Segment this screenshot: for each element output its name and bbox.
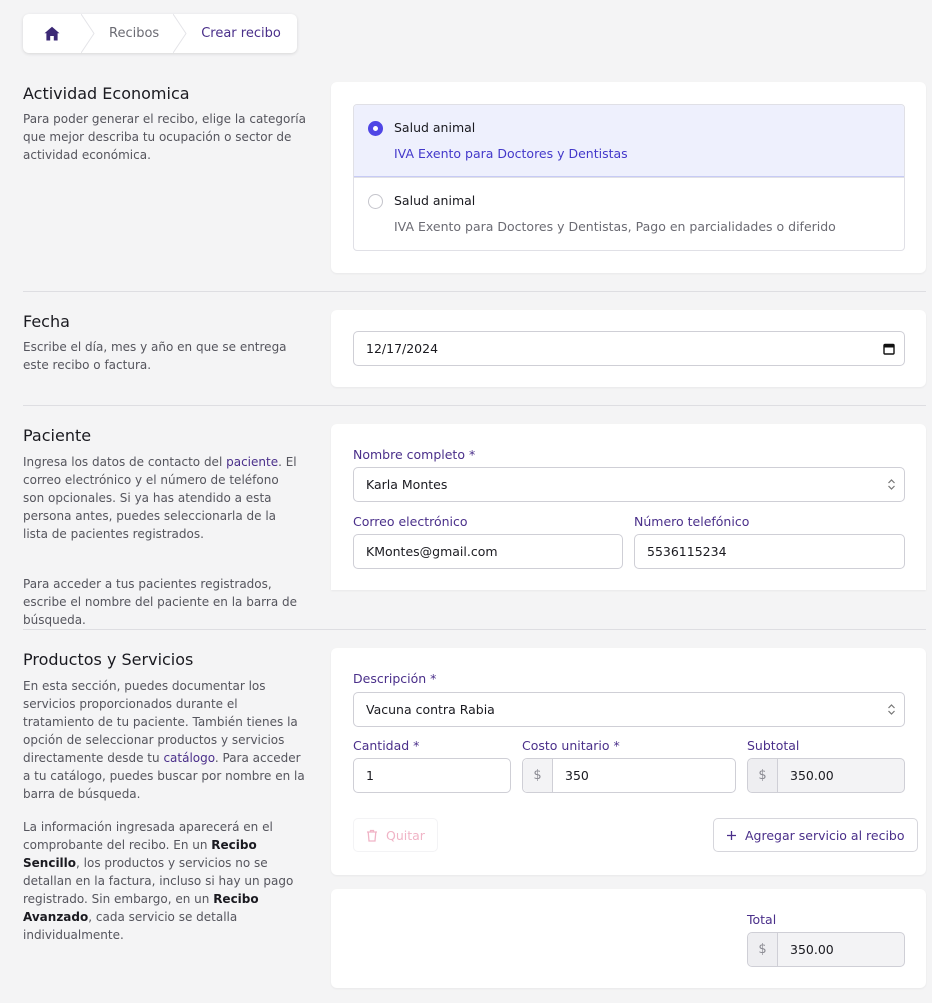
paciente-link[interactable]: paciente (226, 455, 278, 469)
service-description-select[interactable]: Vacuna contra Rabia (353, 692, 905, 727)
total-value: 350.00 (790, 942, 834, 957)
description-label: Descripción * (353, 671, 437, 686)
paciente-description: Ingresa los datos de contacto del pacien… (23, 455, 297, 541)
breadcrumb-separator (173, 14, 187, 53)
productos-card: Descripción * Vacuna contra Rabia Cantid… (331, 648, 926, 875)
phone-label: Número telefónico (634, 514, 750, 529)
home-icon (44, 26, 60, 41)
actividad-card: Salud animal IVA Exento para Doctores y … (331, 82, 926, 273)
fecha-description: Escribe el día, mes y año en que se entr… (23, 340, 287, 372)
email-value: KMontes@gmail.com (366, 544, 498, 559)
productos-title: Productos y Servicios (23, 650, 194, 669)
productos-description: En esta sección, puedes documentar los s… (23, 679, 305, 801)
productos-info: La información ingresada aparecerá en el… (23, 820, 294, 942)
total-label: Total (747, 912, 777, 927)
subtotal-field: $ 350.00 (747, 758, 905, 793)
actividad-option-2[interactable]: Salud animal IVA Exento para Doctores y … (354, 177, 904, 250)
paciente-search-hint: Para acceder a tus pacientes registrados… (23, 577, 298, 627)
quantity-label: Cantidad * (353, 738, 420, 753)
breadcrumb-recibos[interactable]: Recibos (95, 26, 173, 41)
patient-name-value: Karla Montes (366, 477, 448, 492)
plus-icon (727, 830, 736, 840)
email-field[interactable]: KMontes@gmail.com (353, 534, 623, 569)
breadcrumb: Recibos Crear recibo (23, 14, 297, 53)
phone-field[interactable]: 5536115234 (634, 534, 905, 569)
unit-cost-value: 350 (565, 768, 589, 783)
name-label: Nombre completo * (353, 447, 476, 462)
breadcrumb-home[interactable] (23, 14, 81, 53)
quantity-field[interactable]: 1 (353, 758, 511, 793)
fecha-card: 12/17/2024 (331, 310, 926, 387)
trash-icon (367, 829, 377, 842)
unit-cost-field[interactable]: $ 350 (522, 758, 736, 793)
actividad-radio-group: Salud animal IVA Exento para Doctores y … (353, 104, 905, 251)
section-divider (23, 291, 926, 292)
dollar-icon: $ (523, 759, 553, 792)
remove-service-button[interactable]: Quitar (353, 818, 438, 852)
phone-value: 5536115234 (647, 544, 727, 559)
paciente-title: Paciente (23, 426, 92, 445)
total-card: Total $ 350.00 (331, 889, 926, 988)
chevron-up-down-icon (887, 704, 895, 715)
calendar-icon[interactable] (883, 343, 895, 355)
dollar-icon: $ (748, 759, 778, 792)
date-input[interactable]: 12/17/2024 (353, 331, 905, 366)
date-value: 12/17/2024 (366, 341, 439, 356)
breadcrumb-separator (81, 14, 95, 53)
fecha-title: Fecha (23, 312, 70, 331)
section-divider (23, 629, 926, 630)
patient-name-select[interactable]: Karla Montes (353, 467, 905, 502)
actividad-title: Actividad Economica (23, 84, 190, 103)
radio-selected-icon[interactable] (368, 121, 383, 136)
subtotal-label: Subtotal (747, 738, 800, 753)
option-subtitle: IVA Exento para Doctores y Dentistas, Pa… (394, 219, 836, 234)
breadcrumb-crear-recibo: Crear recibo (201, 26, 281, 41)
radio-unselected-icon[interactable] (368, 194, 383, 209)
actividad-option-1[interactable]: Salud animal IVA Exento para Doctores y … (354, 105, 904, 177)
catalogo-link[interactable]: catálogo (163, 751, 214, 765)
unit-cost-label: Costo unitario * (522, 738, 620, 753)
chevron-up-down-icon (887, 479, 895, 490)
quantity-value: 1 (366, 768, 374, 783)
actividad-description: Para poder generar el recibo, elige la c… (23, 112, 306, 162)
email-label: Correo electrónico (353, 514, 468, 529)
section-divider (23, 405, 926, 406)
subtotal-value: 350.00 (790, 768, 834, 783)
option-subtitle: IVA Exento para Doctores y Dentistas (394, 146, 628, 161)
dollar-icon: $ (748, 933, 778, 966)
total-field: $ 350.00 (747, 932, 905, 967)
option-title: Salud animal (394, 193, 476, 208)
option-title: Salud animal (394, 120, 476, 135)
service-description-value: Vacuna contra Rabia (366, 702, 495, 717)
paciente-card: Nombre completo * Karla Montes Correo el… (331, 424, 926, 590)
add-service-button[interactable]: Agregar servicio al recibo (713, 818, 918, 852)
